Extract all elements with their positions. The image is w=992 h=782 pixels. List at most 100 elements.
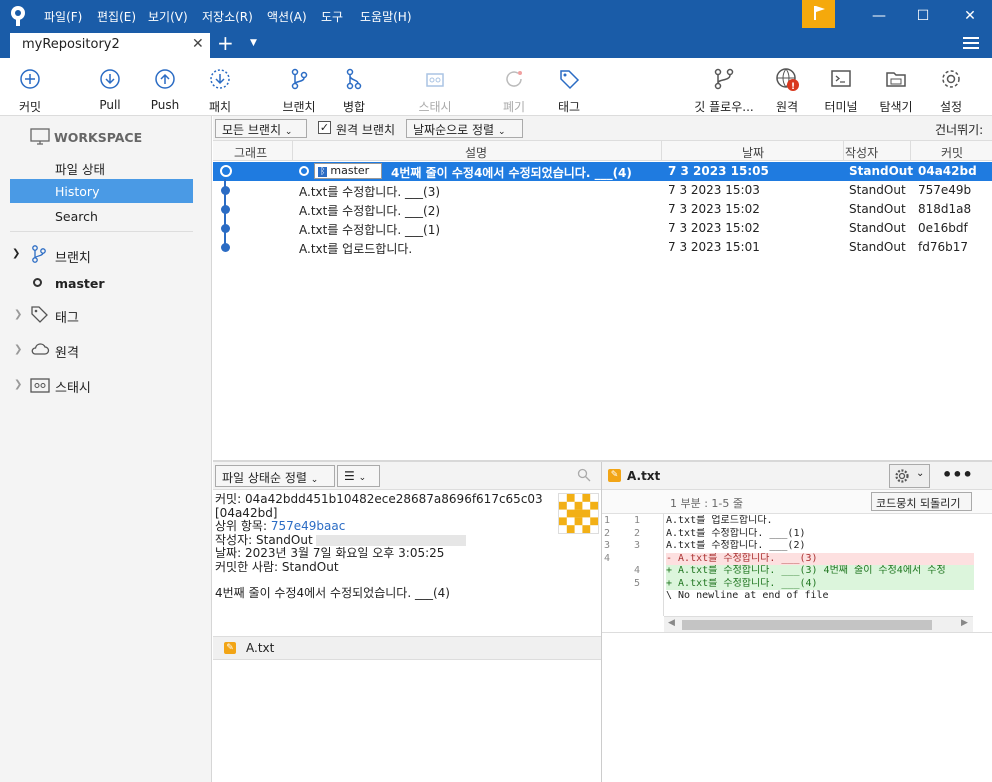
author-label: 작성자: (215, 532, 253, 547)
all-branches-dropdown[interactable]: 모든 브랜치 ⌄ (215, 119, 307, 138)
maximize-button[interactable]: ☐ (913, 6, 933, 26)
date-value: 2023년 3월 7일 화요일 오후 3:05:25 (244, 546, 445, 560)
sidebar-remotes-header[interactable]: 원격 (55, 342, 79, 361)
menu-edit[interactable]: 편집(E) (97, 8, 136, 25)
table-row[interactable]: ᛒ master 4번째 줄이 수정4에서 수정되었습니다. ___(4) 7 3… (213, 162, 992, 181)
column-graph[interactable]: 그래프 (234, 144, 267, 161)
remote-branches-checkbox[interactable]: ✓ (318, 121, 331, 134)
scrollbar-thumb[interactable] (682, 620, 932, 630)
table-row[interactable]: A.txt를 수정합니다. ___(1) 7 3 2023 15:02 Stan… (213, 219, 992, 238)
current-branch-icon (33, 278, 42, 287)
arrow-up-circle-icon (155, 69, 175, 89)
file-sort-dropdown[interactable]: 파일 상태순 정렬 ⌄ (215, 465, 335, 487)
committer-label: 커밋한 사람: (215, 559, 279, 574)
commit-author: StandOut (849, 183, 906, 197)
commit-author: StandOut (849, 240, 906, 254)
menu-actions[interactable]: 액션(A) (267, 8, 307, 25)
diff-line-added: 4 + A.txt를 수정합니다. ___(3) 4번째 줄이 수정4에서 수정 (602, 565, 974, 578)
column-author[interactable]: 작성자 (845, 144, 878, 161)
merge-button[interactable]: 병합 (322, 66, 386, 115)
stash-icon (426, 73, 444, 87)
column-divider (910, 141, 911, 161)
file-name: A.txt (246, 641, 275, 655)
minimize-button[interactable]: — (869, 6, 889, 26)
close-tab-icon[interactable]: ✕ (192, 36, 204, 52)
graph-node (221, 205, 230, 214)
tag-button[interactable]: 태그 (537, 66, 601, 115)
menu-tools[interactable]: 도구 (321, 8, 343, 25)
file-list-item[interactable]: ✎ A.txt (213, 636, 601, 660)
flag-icon (814, 6, 825, 20)
table-row[interactable]: A.txt를 수정합니다. ___(2) 7 3 2023 15:02 Stan… (213, 200, 992, 219)
scroll-right-icon[interactable]: ▶ (961, 618, 968, 628)
menu-file[interactable]: 파일(F) (44, 8, 82, 25)
view-mode-dropdown[interactable]: ☰ ⌄ (337, 465, 380, 487)
chevron-down-icon[interactable]: ❯ (12, 248, 20, 259)
table-row[interactable]: A.txt를 수정합니다. ___(3) 7 3 2023 15:03 Stan… (213, 181, 992, 200)
patch-icon (210, 69, 230, 89)
chevron-right-icon[interactable]: ❯ (14, 379, 22, 390)
diff-options-dropdown[interactable]: ⌄ (889, 464, 930, 488)
column-description[interactable]: 설명 (465, 144, 487, 161)
commit-label: 커밋: (215, 492, 242, 506)
branch-label-master: ᛒ master (314, 163, 382, 179)
chevron-down-icon: ⌄ (310, 475, 319, 485)
column-commit[interactable]: 커밋 (941, 144, 963, 161)
sidebar-branches-header[interactable]: 브랜치 (55, 247, 91, 266)
sidebar-item-master[interactable]: master (55, 276, 105, 291)
monitor-icon (30, 128, 50, 146)
table-row[interactable]: A.txt를 업로드합니다. 7 3 2023 15:01 StandOut f… (213, 238, 992, 257)
more-options-icon[interactable]: ••• (942, 465, 973, 484)
branch-icon (30, 244, 48, 264)
column-divider (843, 141, 844, 161)
menu-view[interactable]: 보기(V) (148, 8, 188, 25)
chevron-right-icon[interactable]: ❯ (14, 344, 22, 355)
committer-value: StandOut (281, 559, 339, 574)
chevron-right-icon[interactable]: ❯ (14, 309, 22, 320)
plus-circle-icon (20, 69, 40, 89)
notification-flag-button[interactable] (802, 0, 835, 28)
stash-button[interactable]: 스태시 (403, 66, 467, 115)
commit-description: A.txt를 수정합니다. ___(3) (299, 185, 441, 199)
menu-help[interactable]: 도움말(H) (360, 8, 412, 25)
sidebar-item-file-status[interactable]: 파일 상태 (55, 159, 105, 178)
sidebar-item-search[interactable]: Search (55, 209, 98, 224)
commit-description: A.txt를 수정합니다. ___(1) (299, 223, 441, 237)
new-tab-button[interactable]: + (217, 33, 234, 53)
tab-repository[interactable]: myRepository2 ✕ (10, 33, 210, 58)
parent-link[interactable]: 757e49baac (271, 519, 345, 533)
gitflow-button[interactable]: 깃 플로우... (691, 66, 757, 115)
chevron-down-icon: ⌄ (358, 473, 367, 483)
scroll-left-icon[interactable]: ◀ (668, 618, 675, 628)
svg-text:!: ! (791, 82, 795, 92)
commit-date: 7 3 2023 15:03 (668, 183, 760, 197)
settings-button[interactable]: 설정 (919, 66, 983, 115)
tab-title: myRepository2 (22, 37, 120, 52)
branch-icon (291, 68, 308, 90)
stash-icon (30, 376, 50, 394)
hamburger-menu-icon[interactable] (963, 37, 979, 50)
modified-file-icon: ✎ (608, 469, 621, 482)
diff-horizontal-scrollbar[interactable]: ◀ ▶ (664, 616, 973, 632)
sidebar-divider (10, 231, 193, 232)
column-date[interactable]: 날짜 (742, 144, 764, 161)
close-window-button[interactable]: ✕ (960, 6, 980, 26)
sort-dropdown[interactable]: 날짜순으로 정렬 ⌄ (406, 119, 523, 138)
commit-hash: 04a42bd (918, 164, 977, 178)
search-icon[interactable] (577, 468, 591, 485)
commit-button[interactable]: 커밋 (0, 66, 62, 115)
commit-hash: 757e49b (918, 183, 972, 197)
revert-hunk-button[interactable]: 코드뭉치 되돌리기 (871, 492, 972, 511)
tab-dropdown-icon[interactable]: ▼ (250, 38, 257, 48)
app-logo (8, 5, 28, 27)
menu-repository[interactable]: 저장소(R) (202, 8, 253, 25)
patch-button[interactable]: 패치 (188, 66, 252, 115)
sidebar-tags-header[interactable]: 태그 (55, 307, 79, 326)
toolbar: 커밋 Pull Push 패치 브랜치 병합 스태시 폐기 태그 깃 플로우..… (0, 58, 992, 116)
commit-date: 7 3 2023 15:02 (668, 202, 760, 216)
sidebar-stashes-header[interactable]: 스태시 (55, 377, 91, 396)
remote-branches-label: 원격 브랜치 (336, 123, 396, 137)
diff-header: ✎ A.txt ⌄ ••• (602, 462, 992, 490)
sidebar-item-history[interactable] (10, 179, 193, 203)
terminal-icon (831, 70, 851, 87)
